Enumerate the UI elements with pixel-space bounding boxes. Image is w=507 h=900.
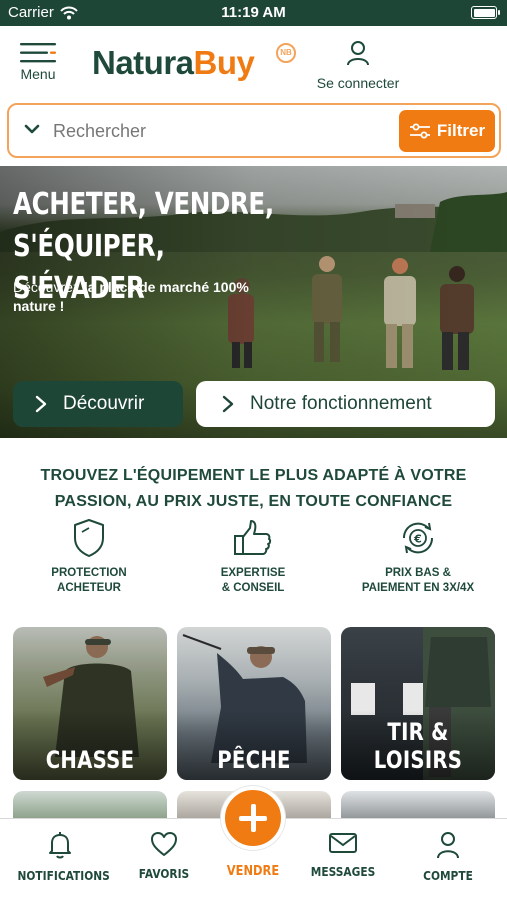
tab-messages[interactable]: MESSAGES	[293, 831, 393, 879]
logo-text-natura: Natura	[92, 44, 194, 81]
search-bar: Filtrer	[7, 103, 501, 158]
login-label: Se connecter	[316, 75, 400, 91]
sell-label: VENDRE	[226, 864, 280, 879]
feature-label: PRIX BAS & PAIEMENT EN 3X/4X	[361, 567, 475, 594]
hero-subtitle-plain: Découvrez	[13, 279, 84, 295]
how-it-works-button[interactable]: Notre fonctionnement	[196, 381, 495, 427]
naturabuy-logo[interactable]: NaturaBuy	[92, 44, 255, 82]
chevron-right-icon	[222, 395, 234, 413]
battery-level	[473, 8, 495, 17]
heart-icon	[151, 832, 177, 856]
menu-label: Menu	[20, 66, 56, 82]
tab-favorites[interactable]: FAVORIS	[114, 831, 214, 881]
menu-button[interactable]: Menu	[14, 42, 62, 82]
how-it-works-label: Notre fonctionnement	[250, 393, 432, 414]
battery-icon	[471, 6, 500, 19]
feature-label: PROTECTION ACHETEUR	[51, 567, 127, 594]
tab-label: MESSAGES	[310, 864, 376, 879]
chevron-down-icon[interactable]	[23, 120, 41, 138]
tab-label: NOTIFICATIONS	[17, 868, 110, 883]
shield-icon	[74, 519, 104, 557]
feature-buyer-protection: PROTECTION ACHETEUR	[9, 518, 169, 596]
logo-text-buy: Buy	[193, 44, 255, 81]
discover-button[interactable]: Découvrir	[13, 381, 183, 427]
feature-label: EXPERTISE & CONSEIL	[220, 567, 286, 594]
sliders-icon	[409, 123, 430, 139]
bell-icon	[49, 832, 71, 859]
search-input[interactable]	[53, 115, 393, 147]
hamburger-icon	[20, 43, 56, 63]
tab-label: FAVORIS	[138, 866, 190, 881]
app-header: Menu NaturaBuy NB Se connecter	[0, 26, 507, 98]
hero-banner: ACHETER, VENDRE, S'ÉQUIPER, S'ÉVADER Déc…	[0, 166, 507, 438]
tab-notifications[interactable]: NOTIFICATIONS	[10, 831, 110, 883]
category-label: TIR & LOISIRS	[373, 718, 463, 774]
category-label: CHASSE	[45, 746, 135, 774]
category-card-hunting[interactable]: CHASSE	[13, 627, 167, 780]
plus-icon-vertical	[251, 804, 256, 832]
status-bar: Carrier 11:19 AM	[0, 0, 507, 26]
user-icon	[437, 832, 459, 859]
envelope-icon	[329, 833, 357, 853]
hero-title-line1: ACHETER, VENDRE,	[13, 187, 274, 222]
tab-label: COMPTE	[423, 868, 473, 883]
thumbs-up-icon	[234, 520, 272, 555]
discover-label: Découvrir	[63, 393, 145, 414]
category-card-shooting[interactable]: TIR & LOISIRS	[341, 627, 495, 780]
category-card-fishing[interactable]: PÊCHE	[177, 627, 331, 780]
svg-text:€: €	[413, 533, 422, 546]
feature-expertise: EXPERTISE & CONSEIL	[173, 518, 333, 596]
features-row: PROTECTION ACHETEUR EXPERTISE & CONSEIL …	[0, 518, 507, 604]
login-button[interactable]: Se connecter	[306, 40, 410, 91]
feature-low-prices: € PRIX BAS & PAIEMENT EN 3X/4X	[338, 518, 498, 596]
filter-label: Filtrer	[436, 121, 486, 140]
chevron-right-icon	[35, 395, 47, 413]
filter-button[interactable]: Filtrer	[399, 110, 495, 152]
sell-button[interactable]	[221, 786, 285, 850]
user-icon	[347, 41, 369, 66]
tab-account[interactable]: COMPTE	[398, 831, 498, 883]
hero-subtitle: Découvrez la place de marché 100% nature…	[13, 278, 273, 316]
logo-badge: NB	[276, 43, 296, 63]
clock: 11:19 AM	[221, 4, 286, 21]
category-label: PÊCHE	[217, 746, 291, 774]
euro-cycle-icon: €	[402, 522, 434, 554]
value-proposition-tagline: TROUVEZ L'ÉQUIPEMENT LE PLUS ADAPTÉ À VO…	[40, 467, 467, 510]
